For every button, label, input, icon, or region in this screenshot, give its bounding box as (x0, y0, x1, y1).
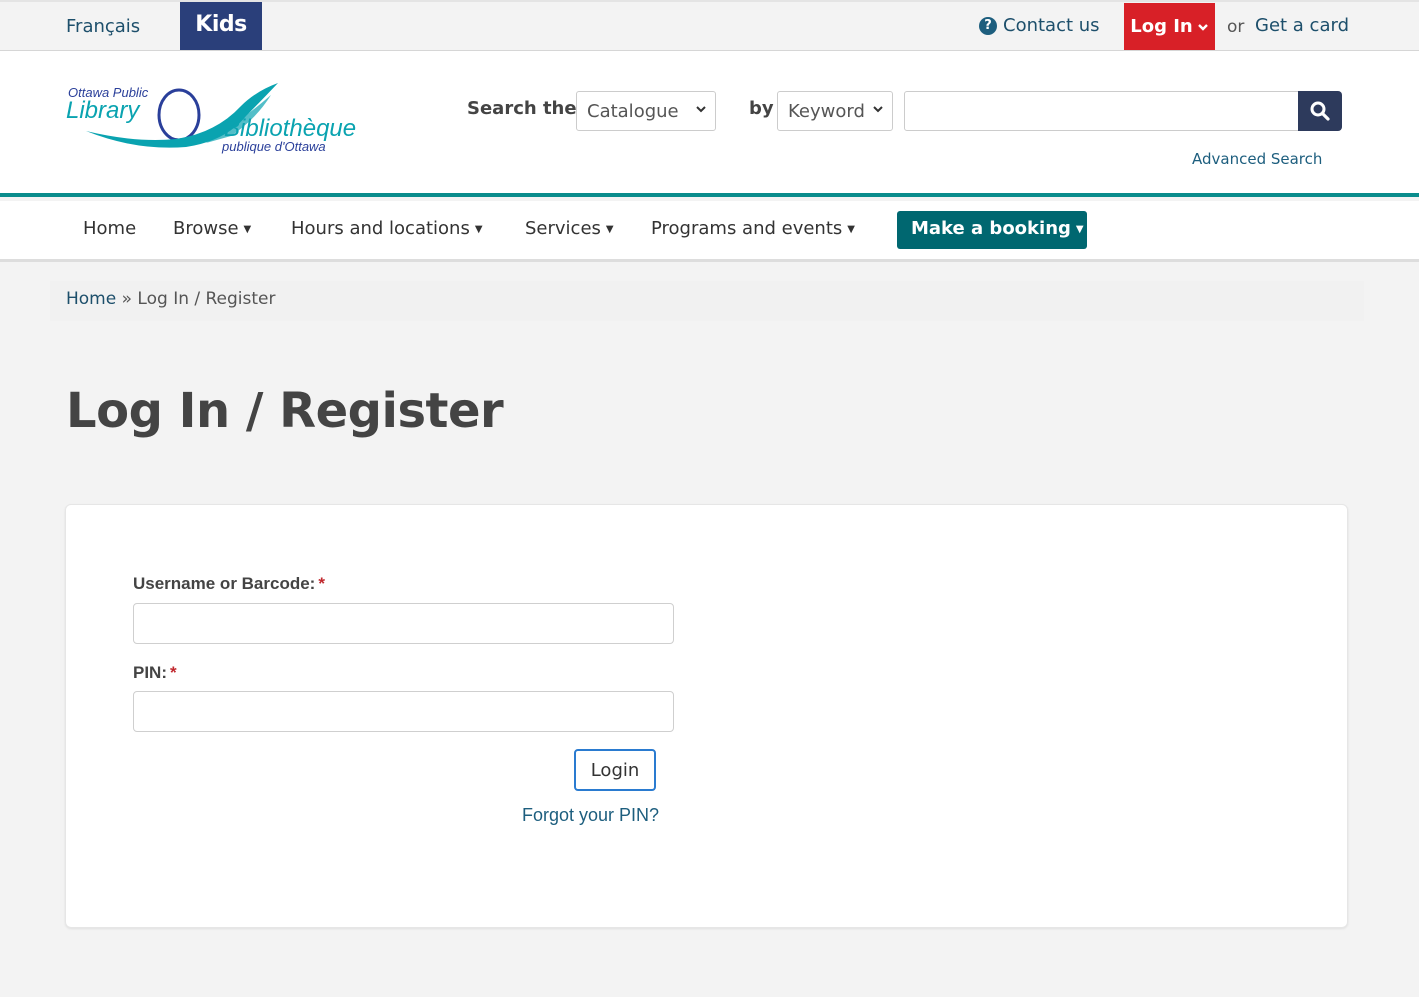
nav-home-label: Home (83, 218, 137, 239)
pin-field[interactable] (133, 691, 674, 732)
breadcrumb-home-link[interactable]: Home (66, 289, 116, 309)
question-icon: ? (979, 16, 997, 35)
logo-text-library: Library (66, 97, 140, 124)
username-field[interactable] (133, 603, 674, 644)
required-marker: * (318, 574, 325, 593)
forgot-pin-link[interactable]: Forgot your PIN? (522, 805, 659, 826)
nav-programs-events[interactable]: Programs and events ▼ (651, 218, 855, 239)
login-submit-button[interactable]: Login (574, 749, 656, 791)
language-link[interactable]: Français (66, 16, 140, 37)
chevron-down-icon (868, 102, 884, 118)
nav-hours-locations[interactable]: Hours and locations ▼ (291, 218, 483, 239)
nav-home[interactable]: Home (83, 218, 136, 239)
username-label: Username or Barcode: * (133, 574, 325, 594)
search-field-value: Keyword (788, 101, 865, 122)
chevron-down-icon (691, 102, 707, 118)
caret-down-icon: ▼ (847, 223, 855, 235)
login-dropdown-button[interactable]: Log In (1124, 3, 1215, 50)
page-title: Log In / Register (66, 383, 504, 439)
login-label: Log In (1130, 16, 1193, 37)
contact-label: Contact us (1003, 15, 1100, 36)
make-booking-button[interactable]: Make a booking ▼ (897, 211, 1087, 249)
required-marker: * (170, 663, 177, 682)
search-label: Search the (467, 98, 577, 119)
caret-down-icon: ▼ (605, 223, 614, 235)
advanced-search-link[interactable]: Advanced Search (1192, 150, 1322, 168)
search-scope-value: Catalogue (587, 101, 679, 122)
nav-programs-label: Programs and events (651, 218, 843, 239)
login-form-card: Username or Barcode: * PIN: * Login Forgot… (65, 504, 1348, 928)
search-scope-select[interactable]: Catalogue (576, 91, 716, 131)
breadcrumb-current: Log In / Register (137, 289, 276, 309)
search-by-label: by (749, 98, 774, 119)
caret-down-icon: ▼ (474, 223, 483, 235)
nav-hours-label: Hours and locations (291, 218, 470, 239)
contact-link[interactable]: ? Contact us (979, 15, 1100, 36)
get-card-link[interactable]: Get a card (1255, 15, 1349, 36)
search-icon (1310, 101, 1330, 121)
chevron-down-icon (1197, 23, 1208, 31)
pin-label: PIN: * (133, 663, 177, 683)
site-header: Ottawa Public Library Bibliothèque publi… (0, 51, 1419, 197)
pin-label-text: PIN: (133, 663, 167, 682)
search-input[interactable] (904, 91, 1299, 131)
nav-services[interactable]: Services ▼ (525, 218, 614, 239)
search-field-select[interactable]: Keyword (777, 91, 893, 131)
library-logo[interactable]: Ottawa Public Library Bibliothèque publi… (66, 81, 376, 161)
kids-link[interactable]: Kids (180, 2, 262, 50)
search-button[interactable] (1298, 91, 1342, 131)
booking-label: Make a booking (911, 218, 1071, 239)
caret-down-icon: ▼ (1075, 223, 1084, 235)
breadcrumb: Home » Log In / Register (50, 281, 1364, 321)
utility-bar: Français Kids ? Contact us Log In or Get… (0, 0, 1419, 51)
breadcrumb-separator: » (121, 289, 133, 309)
username-label-text: Username or Barcode: (133, 574, 316, 593)
main-nav: Home Browse ▼ Hours and locations ▼ Servic… (0, 201, 1419, 262)
or-text: or (1227, 17, 1245, 37)
caret-down-icon: ▼ (243, 223, 252, 235)
nav-services-label: Services (525, 218, 601, 239)
nav-browse-label: Browse (173, 218, 239, 239)
nav-browse[interactable]: Browse ▼ (173, 218, 251, 239)
logo-text-publique: publique d'Ottawa (222, 139, 326, 154)
